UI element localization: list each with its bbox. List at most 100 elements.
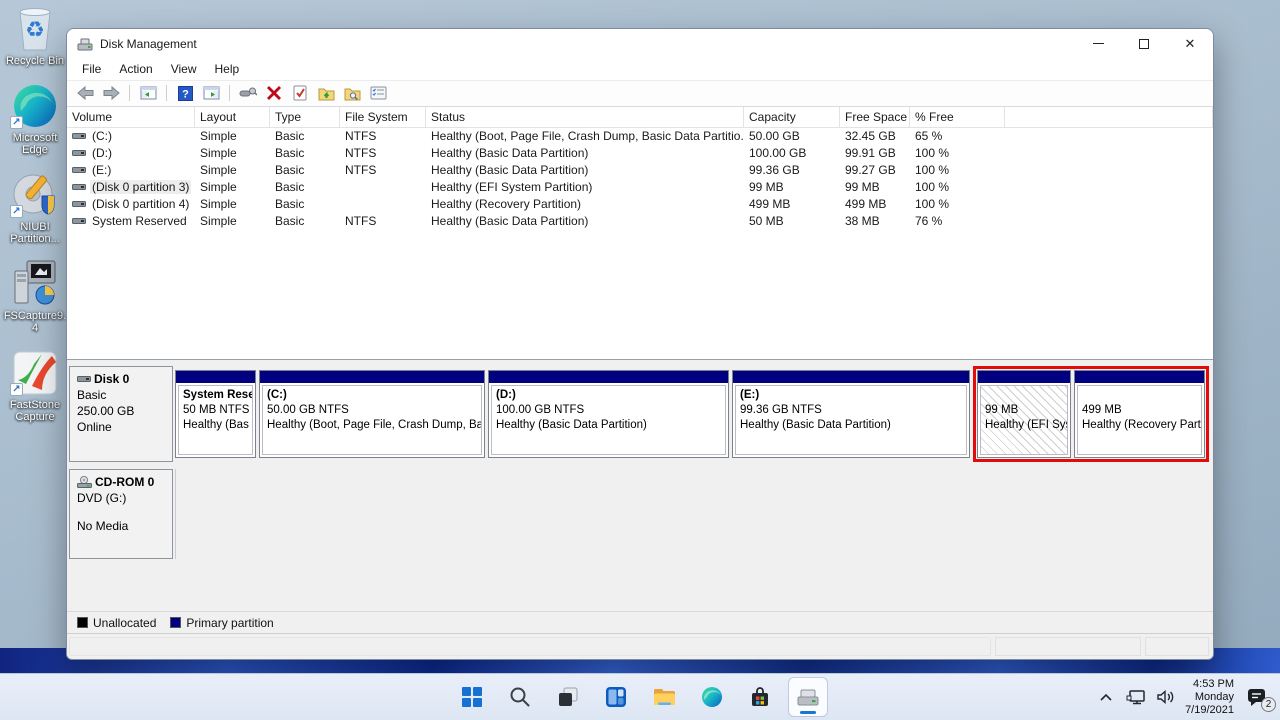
table-row[interactable]: (C:)SimpleBasicNTFSHealthy (Boot, Page F… xyxy=(67,128,1213,145)
menu-action[interactable]: Action xyxy=(110,60,161,78)
task-view-icon xyxy=(556,685,580,709)
table-row[interactable]: (E:)SimpleBasicNTFSHealthy (Basic Data P… xyxy=(67,162,1213,179)
properties-icon[interactable] xyxy=(290,84,310,102)
partition-block[interactable]: (E:)99.36 GB NTFSHealthy (Basic Data Par… xyxy=(732,370,970,458)
partition-block[interactable]: 99 MBHealthy (EFI Sys xyxy=(977,370,1071,458)
legend-label: Primary partition xyxy=(186,616,273,630)
back-icon[interactable] xyxy=(75,84,95,102)
volume-disk-icon xyxy=(72,165,86,175)
desktop-icon-label: FSCapture9.4 xyxy=(2,310,68,334)
disk0-label-panel[interactable]: Disk 0 Basic 250.00 GB Online xyxy=(69,366,173,462)
svg-text:♻: ♻ xyxy=(25,17,45,42)
partition-block[interactable]: 499 MBHealthy (Recovery Part xyxy=(1074,370,1205,458)
table-row[interactable]: (Disk 0 partition 4)SimpleBasicHealthy (… xyxy=(67,196,1213,213)
table-row[interactable]: (D:)SimpleBasicNTFSHealthy (Basic Data P… xyxy=(67,145,1213,162)
minimize-button[interactable] xyxy=(1075,29,1121,59)
disk0-row: Disk 0 Basic 250.00 GB Online System Res… xyxy=(69,366,1211,462)
notification-badge: 2 xyxy=(1261,697,1276,712)
checklist-icon[interactable] xyxy=(368,84,388,102)
column-header-type[interactable]: Type xyxy=(270,107,340,127)
partition-body: System Rese50 MB NTFSHealthy (Bas xyxy=(178,385,253,455)
desktop-icon-microsoft-edge[interactable]: ↗ Microsoft Edge xyxy=(2,81,68,156)
show-action-pane-icon[interactable] xyxy=(201,84,221,102)
search-button[interactable] xyxy=(501,678,539,716)
delete-volume-icon[interactable] xyxy=(264,84,284,102)
open-folder-icon[interactable] xyxy=(316,84,336,102)
partition-block[interactable]: (D:)100.00 GB NTFSHealthy (Basic Data Pa… xyxy=(488,370,729,458)
volume-disk-icon xyxy=(72,131,86,141)
pointer-icon[interactable] xyxy=(238,84,258,102)
desktop-icon-recycle-bin[interactable]: ♻ Recycle Bin xyxy=(2,4,68,67)
partition-name xyxy=(985,388,1063,403)
help-icon[interactable]: ? xyxy=(175,84,195,102)
pctfree-cell: 65 % xyxy=(910,129,1005,143)
primary-partition-bar xyxy=(1075,371,1204,383)
title-bar[interactable]: Disk Management ✕ xyxy=(67,29,1213,59)
window-title: Disk Management xyxy=(100,37,197,51)
disk0-state: Online xyxy=(77,420,165,434)
status-cell: Healthy (Boot, Page File, Crash Dump, Ba… xyxy=(426,129,744,143)
taskbar-clock[interactable]: 4:53 PM Monday 7/19/2021 xyxy=(1185,678,1234,717)
table-row[interactable]: System ReservedSimpleBasicNTFSHealthy (B… xyxy=(67,213,1213,230)
filesystem-cell: NTFS xyxy=(340,214,426,228)
disk-management-taskbar-button[interactable] xyxy=(789,678,827,716)
cdrom-label-panel[interactable]: CD-ROM 0 DVD (G:) No Media xyxy=(69,469,173,559)
cdrom-state: No Media xyxy=(77,519,165,533)
layout-cell: Simple xyxy=(195,197,270,211)
primary-partition-bar xyxy=(260,371,484,383)
partition-status: Healthy (Bas xyxy=(183,418,248,433)
volume-name: (D:) xyxy=(90,146,114,160)
widgets-button[interactable] xyxy=(597,678,635,716)
desktop-icon-niubi-partition[interactable]: ↗ NIUBI Partition... xyxy=(2,170,68,245)
volume-name: (E:) xyxy=(90,163,113,177)
partition-body: (D:)100.00 GB NTFSHealthy (Basic Data Pa… xyxy=(491,385,726,455)
network-icon[interactable] xyxy=(1125,689,1147,705)
column-header-pct-free[interactable]: % Free xyxy=(910,107,1005,127)
forward-icon[interactable] xyxy=(101,84,121,102)
volume-cell: (Disk 0 partition 4) xyxy=(67,197,195,211)
column-header-layout[interactable]: Layout xyxy=(195,107,270,127)
capacity-cell: 99.36 GB xyxy=(744,163,840,177)
show-console-tree-icon[interactable] xyxy=(138,84,158,102)
notification-center-button[interactable]: 2 xyxy=(1242,687,1272,707)
partition-block[interactable]: (C:)50.00 GB NTFSHealthy (Boot, Page Fil… xyxy=(259,370,485,458)
widgets-icon xyxy=(604,685,628,709)
disk-icon xyxy=(77,374,91,384)
legend-swatch xyxy=(77,617,88,628)
column-header-capacity[interactable]: Capacity xyxy=(744,107,840,127)
legend-item: Primary partition xyxy=(170,616,273,630)
volume-disk-icon xyxy=(72,199,86,209)
search-icon xyxy=(508,685,532,709)
microsoft-store-button[interactable] xyxy=(741,678,779,716)
close-button[interactable]: ✕ xyxy=(1167,29,1213,59)
cdrom-row: CD-ROM 0 DVD (G:) No Media xyxy=(69,469,1211,559)
freespace-cell: 32.45 GB xyxy=(840,129,910,143)
explore-icon[interactable] xyxy=(342,84,362,102)
desktop-icon-faststone-capture[interactable]: ↗ FastStone Capture xyxy=(2,348,68,423)
desktop-icon-fscapture[interactable]: FSCapture9.4 xyxy=(2,259,68,334)
volume-icon[interactable] xyxy=(1155,689,1177,705)
primary-partition-bar xyxy=(176,371,255,383)
table-row[interactable]: (Disk 0 partition 3)SimpleBasicHealthy (… xyxy=(67,179,1213,196)
volume-disk-icon xyxy=(72,216,86,226)
column-header-free-space[interactable]: Free Space xyxy=(840,107,910,127)
start-button[interactable] xyxy=(453,678,491,716)
partition-block[interactable]: System Rese50 MB NTFSHealthy (Bas xyxy=(175,370,256,458)
column-header-file-system[interactable]: File System xyxy=(340,107,426,127)
file-explorer-button[interactable] xyxy=(645,678,683,716)
cdrom-icon xyxy=(77,476,92,488)
partition-size: 99.36 GB NTFS xyxy=(740,403,962,418)
status-cell: Healthy (Recovery Partition) xyxy=(426,197,744,211)
maximize-button[interactable] xyxy=(1121,29,1167,59)
column-header-volume[interactable]: Volume xyxy=(67,107,195,127)
edge-button[interactable] xyxy=(693,678,731,716)
menu-file[interactable]: File xyxy=(73,60,110,78)
menu-view[interactable]: View xyxy=(162,60,206,78)
task-view-button[interactable] xyxy=(549,678,587,716)
partition-body: 499 MBHealthy (Recovery Part xyxy=(1077,385,1202,455)
pctfree-cell: 100 % xyxy=(910,146,1005,160)
tray-chevron-up-icon[interactable] xyxy=(1095,692,1117,702)
menu-help[interactable]: Help xyxy=(206,60,249,78)
column-header-status[interactable]: Status xyxy=(426,107,744,127)
status-bar-section xyxy=(1145,637,1209,656)
